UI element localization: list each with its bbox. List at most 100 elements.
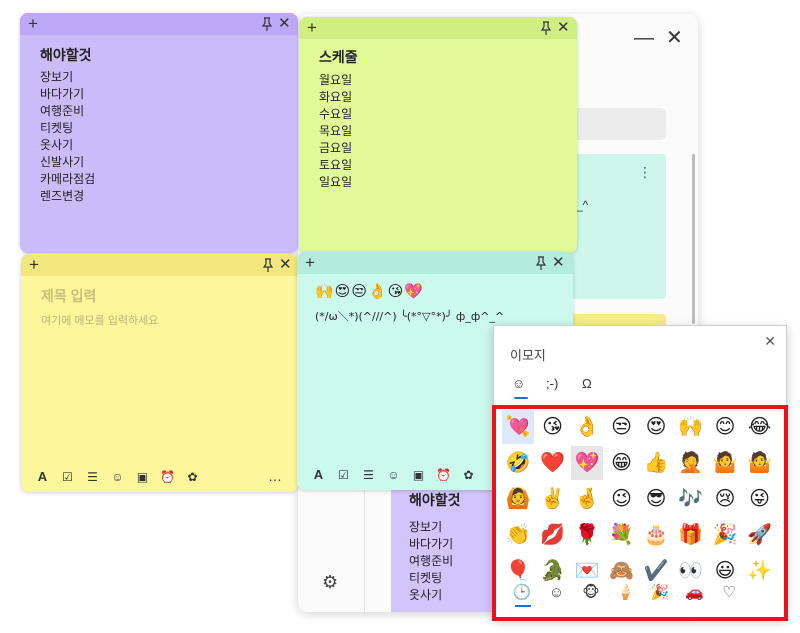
sticky-note-green[interactable]: + ✕ 스케줄 월요일 화요일 수요일 목요일 금요일 토요일 일요일 xyxy=(299,17,577,253)
emoji-cell[interactable]: 💐 xyxy=(606,518,638,552)
more-icon[interactable]: ⋮ xyxy=(638,164,652,181)
image-icon[interactable]: ▣ xyxy=(411,468,426,482)
image-icon[interactable]: ▣ xyxy=(135,470,150,484)
emoji-cell[interactable]: 🙆 xyxy=(502,482,534,516)
tab-kaomoji[interactable]: ;-) xyxy=(546,376,558,391)
emoji-cell[interactable]: ❤️ xyxy=(537,446,569,480)
emoji-cell[interactable]: ✌️ xyxy=(537,482,569,516)
emoji-cell[interactable]: 🎶 xyxy=(675,482,707,516)
emoji-category-tab[interactable]: 🕒 xyxy=(508,581,536,605)
gear-icon[interactable]: ⚙ xyxy=(322,572,338,593)
emoji-cell[interactable]: 🤷 xyxy=(744,446,776,480)
list-item: 일요일 xyxy=(319,175,353,189)
emoji-category-tab[interactable]: 🍦 xyxy=(612,581,640,605)
list-item: 렌즈변경 xyxy=(40,189,85,203)
emoji-cell[interactable]: 💘 xyxy=(502,410,534,444)
emoji-grid-highlight: 💘 😘 👌 😒 😍 🙌 😊 😂 🤣 ❤️ 💖 😁 👍 🤦 🤷 🤷 🙆 ✌️ 🤞 😉 😎 🎶 😢 😜 👏 💋 🌹 💐 🎂 🎁 🎉 🚀 🎈 🐊 💌 🙈 ✔️… xyxy=(492,405,788,621)
more-options-button[interactable]: … xyxy=(268,468,284,484)
note-titlebar[interactable]: + ✕ xyxy=(21,254,298,276)
close-icon[interactable]: ✕ xyxy=(666,28,683,48)
list-item: 옷사기 xyxy=(40,138,74,152)
active-category-indicator xyxy=(515,605,531,607)
list-item: 장보기 xyxy=(40,70,74,84)
emoji-cell[interactable]: 👌 xyxy=(571,410,603,444)
minimize-icon[interactable]: — xyxy=(634,28,654,48)
add-note-button[interactable]: + xyxy=(307,18,317,38)
close-note-button[interactable]: ✕ xyxy=(557,18,570,38)
note-title: 해야할것 xyxy=(40,47,92,63)
note-titlebar[interactable]: + ✕ xyxy=(299,17,577,39)
pin-icon[interactable] xyxy=(539,20,553,36)
emoji-icon[interactable]: ☺ xyxy=(110,470,125,484)
emoji-category-tab[interactable]: ☺ xyxy=(543,581,571,605)
tab-symbols[interactable]: Ω xyxy=(582,376,592,391)
emoji-cell[interactable]: 😂 xyxy=(744,410,776,444)
list-item: 옷사기 xyxy=(409,588,443,602)
pin-icon[interactable] xyxy=(261,257,275,273)
list-icon[interactable]: ☰ xyxy=(361,468,376,482)
emoji-cell[interactable]: 😢 xyxy=(709,482,741,516)
emoji-cell[interactable]: 🚀 xyxy=(744,518,776,552)
emoji-cell[interactable]: 👏 xyxy=(502,518,534,552)
note-kaomoji-text: (*/ω＼*)(^///^) ╰(*°▽°*)╯ ф_ф^_^ xyxy=(315,310,505,323)
scrollbar[interactable] xyxy=(692,154,695,324)
emoji-cell[interactable]: 😉 xyxy=(606,482,638,516)
checkbox-icon[interactable]: ☑ xyxy=(60,470,75,484)
sticky-note-purple[interactable]: + ✕ 해야할것 장보기 바다가기 여행준비 티켓팅 옷사기 신발사기 카메라점… xyxy=(20,13,298,253)
palette-icon[interactable]: ✿ xyxy=(185,470,200,484)
body-input[interactable]: 여기에 메모를 입력하세요 xyxy=(41,312,158,328)
alarm-icon[interactable]: ⏰ xyxy=(160,470,175,484)
emoji-cell[interactable]: 😎 xyxy=(640,482,672,516)
emoji-cell[interactable]: 🤦 xyxy=(675,446,707,480)
pin-icon[interactable] xyxy=(534,255,548,271)
emoji-cell[interactable]: 🎉 xyxy=(709,518,741,552)
add-note-button[interactable]: + xyxy=(28,14,38,34)
note-emoji-text: 🙌😍😒👌😘💖 xyxy=(315,283,424,300)
emoji-category-tab[interactable]: 🎉 xyxy=(646,581,674,605)
list-item: 화요일 xyxy=(319,90,353,104)
emoji-cell[interactable]: 🤞 xyxy=(571,482,603,516)
tab-emoji[interactable]: ☺ xyxy=(512,376,525,391)
list-icon[interactable]: ☰ xyxy=(85,470,100,484)
alarm-icon[interactable]: ⏰ xyxy=(436,468,451,482)
note-titlebar[interactable]: + ✕ xyxy=(297,252,573,274)
emoji-cell[interactable]: 🙌 xyxy=(675,410,707,444)
list-item: 수요일 xyxy=(319,107,353,121)
close-picker-button[interactable]: ✕ xyxy=(764,333,776,350)
checkbox-icon[interactable]: ☑ xyxy=(336,468,351,482)
title-input[interactable]: 제목 입력 xyxy=(41,286,96,306)
emoji-category-tab[interactable]: ♡ xyxy=(715,581,743,605)
close-note-button[interactable]: ✕ xyxy=(552,253,565,273)
emoji-cell[interactable]: 😍 xyxy=(640,410,672,444)
emoji-cell[interactable]: 🎂 xyxy=(640,518,672,552)
note-titlebar[interactable]: + ✕ xyxy=(20,13,298,35)
font-button[interactable]: A xyxy=(311,467,326,482)
emoji-icon[interactable]: ☺ xyxy=(386,468,401,482)
emoji-cell[interactable]: 💖 xyxy=(571,446,603,480)
emoji-cell[interactable]: 😁 xyxy=(606,446,638,480)
list-item: 바다가기 xyxy=(409,537,454,551)
emoji-cell[interactable]: ✨ xyxy=(744,554,776,588)
pin-icon[interactable] xyxy=(260,16,274,32)
emoji-cell[interactable]: 🌹 xyxy=(571,518,603,552)
emoji-cell[interactable]: 🎁 xyxy=(675,518,707,552)
emoji-cell[interactable]: 👍 xyxy=(640,446,672,480)
emoji-cell[interactable]: 😜 xyxy=(744,482,776,516)
font-button[interactable]: A xyxy=(35,469,50,484)
close-note-button[interactable]: ✕ xyxy=(279,255,292,275)
list-item: 여행준비 xyxy=(40,104,85,118)
emoji-cell[interactable]: 😊 xyxy=(709,410,741,444)
palette-icon[interactable]: ✿ xyxy=(461,468,476,482)
add-note-button[interactable]: + xyxy=(29,255,39,275)
emoji-cell[interactable]: 😒 xyxy=(606,410,638,444)
emoji-cell[interactable]: 😘 xyxy=(537,410,569,444)
emoji-category-tab[interactable]: 🐵 xyxy=(577,581,605,605)
emoji-cell[interactable]: 🤣 xyxy=(502,446,534,480)
add-note-button[interactable]: + xyxy=(305,253,315,273)
list-item: 장보기 xyxy=(409,520,443,534)
emoji-cell[interactable]: 💋 xyxy=(537,518,569,552)
close-note-button[interactable]: ✕ xyxy=(278,14,291,34)
sticky-note-yellow[interactable]: + ✕ 제목 입력 여기에 메모를 입력하세요 A ☑ ☰ ☺ ▣ ⏰ ✿ … xyxy=(21,254,298,492)
emoji-category-tab[interactable]: 🚗 xyxy=(681,581,709,605)
emoji-cell[interactable]: 🤷 xyxy=(709,446,741,480)
